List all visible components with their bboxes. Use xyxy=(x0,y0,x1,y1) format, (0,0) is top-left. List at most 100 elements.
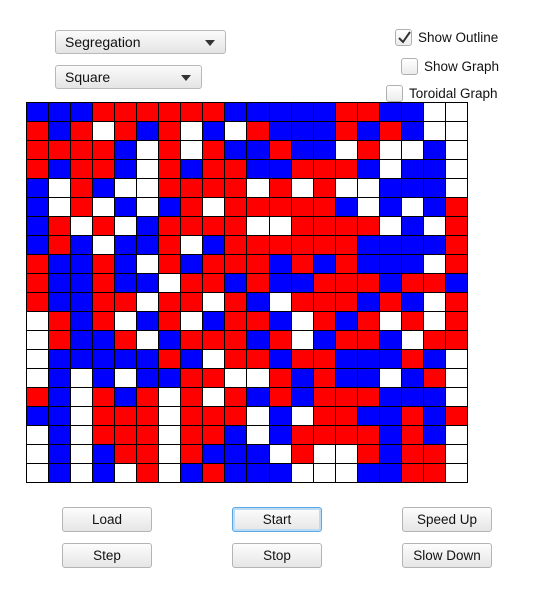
grid-cell[interactable] xyxy=(423,274,445,292)
grid-cell[interactable] xyxy=(115,198,137,216)
grid-cell[interactable] xyxy=(423,312,445,330)
grid-cell[interactable] xyxy=(379,198,401,216)
grid-cell[interactable] xyxy=(71,350,93,368)
grid-cell[interactable] xyxy=(49,331,71,349)
grid-cell[interactable] xyxy=(313,293,335,311)
grid-cell[interactable] xyxy=(247,464,269,482)
grid-cell[interactable] xyxy=(335,255,357,273)
grid-cell[interactable] xyxy=(247,236,269,254)
grid-cell[interactable] xyxy=(71,426,93,444)
grid-cell[interactable] xyxy=(291,255,313,273)
grid-cell[interactable] xyxy=(115,312,137,330)
grid-cell[interactable] xyxy=(335,274,357,292)
grid-cell[interactable] xyxy=(445,445,467,463)
grid-cell[interactable] xyxy=(181,464,203,482)
grid-cell[interactable] xyxy=(291,236,313,254)
grid-cell[interactable] xyxy=(423,160,445,178)
grid-cell[interactable] xyxy=(335,179,357,197)
grid-cell[interactable] xyxy=(313,141,335,159)
grid-cell[interactable] xyxy=(27,198,49,216)
grid-cell[interactable] xyxy=(181,236,203,254)
grid-cell[interactable] xyxy=(93,255,115,273)
grid-cell[interactable] xyxy=(401,179,423,197)
grid-cell[interactable] xyxy=(27,388,49,406)
grid-cell[interactable] xyxy=(379,293,401,311)
grid-cell[interactable] xyxy=(203,331,225,349)
grid-cell[interactable] xyxy=(49,160,71,178)
grid-cell[interactable] xyxy=(401,407,423,425)
grid-cell[interactable] xyxy=(225,103,247,121)
grid-cell[interactable] xyxy=(27,426,49,444)
grid-cell[interactable] xyxy=(137,141,159,159)
grid-cell[interactable] xyxy=(225,407,247,425)
grid-cell[interactable] xyxy=(115,274,137,292)
grid-cell[interactable] xyxy=(49,426,71,444)
grid-cell[interactable] xyxy=(423,445,445,463)
grid-cell[interactable] xyxy=(203,141,225,159)
grid-cell[interactable] xyxy=(247,179,269,197)
grid-cell[interactable] xyxy=(423,350,445,368)
grid-cell[interactable] xyxy=(445,217,467,235)
grid-cell[interactable] xyxy=(247,407,269,425)
grid-cell[interactable] xyxy=(291,369,313,387)
grid-cell[interactable] xyxy=(313,274,335,292)
grid-cell[interactable] xyxy=(357,103,379,121)
load-button[interactable]: Load xyxy=(62,507,152,532)
grid-cell[interactable] xyxy=(379,122,401,140)
grid-cell[interactable] xyxy=(269,369,291,387)
grid-cell[interactable] xyxy=(27,369,49,387)
segregation-grid[interactable] xyxy=(26,102,468,483)
checkbox-box[interactable] xyxy=(386,85,403,102)
grid-cell[interactable] xyxy=(291,198,313,216)
grid-cell[interactable] xyxy=(357,331,379,349)
grid-cell[interactable] xyxy=(335,407,357,425)
grid-cell[interactable] xyxy=(203,179,225,197)
grid-cell[interactable] xyxy=(313,407,335,425)
grid-cell[interactable] xyxy=(291,217,313,235)
grid-cell[interactable] xyxy=(49,312,71,330)
grid-cell[interactable] xyxy=(445,274,467,292)
grid-cell[interactable] xyxy=(291,293,313,311)
grid-cell[interactable] xyxy=(115,255,137,273)
grid-cell[interactable] xyxy=(71,312,93,330)
grid-cell[interactable] xyxy=(313,312,335,330)
grid-cell[interactable] xyxy=(247,293,269,311)
grid-cell[interactable] xyxy=(423,255,445,273)
grid-cell[interactable] xyxy=(423,369,445,387)
grid-cell[interactable] xyxy=(225,350,247,368)
grid-cell[interactable] xyxy=(445,388,467,406)
grid-cell[interactable] xyxy=(27,464,49,482)
grid-cell[interactable] xyxy=(225,293,247,311)
grid-cell[interactable] xyxy=(247,388,269,406)
grid-cell[interactable] xyxy=(269,293,291,311)
grid-cell[interactable] xyxy=(181,388,203,406)
grid-cell[interactable] xyxy=(269,388,291,406)
grid-cell[interactable] xyxy=(445,141,467,159)
grid-cell[interactable] xyxy=(49,179,71,197)
grid-cell[interactable] xyxy=(27,445,49,463)
grid-cell[interactable] xyxy=(181,179,203,197)
grid-cell[interactable] xyxy=(49,407,71,425)
grid-cell[interactable] xyxy=(401,217,423,235)
grid-cell[interactable] xyxy=(357,388,379,406)
grid-cell[interactable] xyxy=(379,312,401,330)
grid-cell[interactable] xyxy=(137,160,159,178)
grid-cell[interactable] xyxy=(203,407,225,425)
grid-cell[interactable] xyxy=(115,141,137,159)
grid-cell[interactable] xyxy=(137,217,159,235)
grid-cell[interactable] xyxy=(269,179,291,197)
grid-cell[interactable] xyxy=(335,369,357,387)
grid-cell[interactable] xyxy=(115,103,137,121)
grid-cell[interactable] xyxy=(159,369,181,387)
slow-down-button[interactable]: Slow Down xyxy=(402,543,492,568)
grid-cell[interactable] xyxy=(93,293,115,311)
grid-cell[interactable] xyxy=(247,274,269,292)
grid-cell[interactable] xyxy=(71,274,93,292)
grid-cell[interactable] xyxy=(203,198,225,216)
grid-cell[interactable] xyxy=(93,103,115,121)
grid-cell[interactable] xyxy=(379,217,401,235)
grid-cell[interactable] xyxy=(49,141,71,159)
grid-cell[interactable] xyxy=(137,293,159,311)
grid-cell[interactable] xyxy=(247,312,269,330)
grid-cell[interactable] xyxy=(71,369,93,387)
